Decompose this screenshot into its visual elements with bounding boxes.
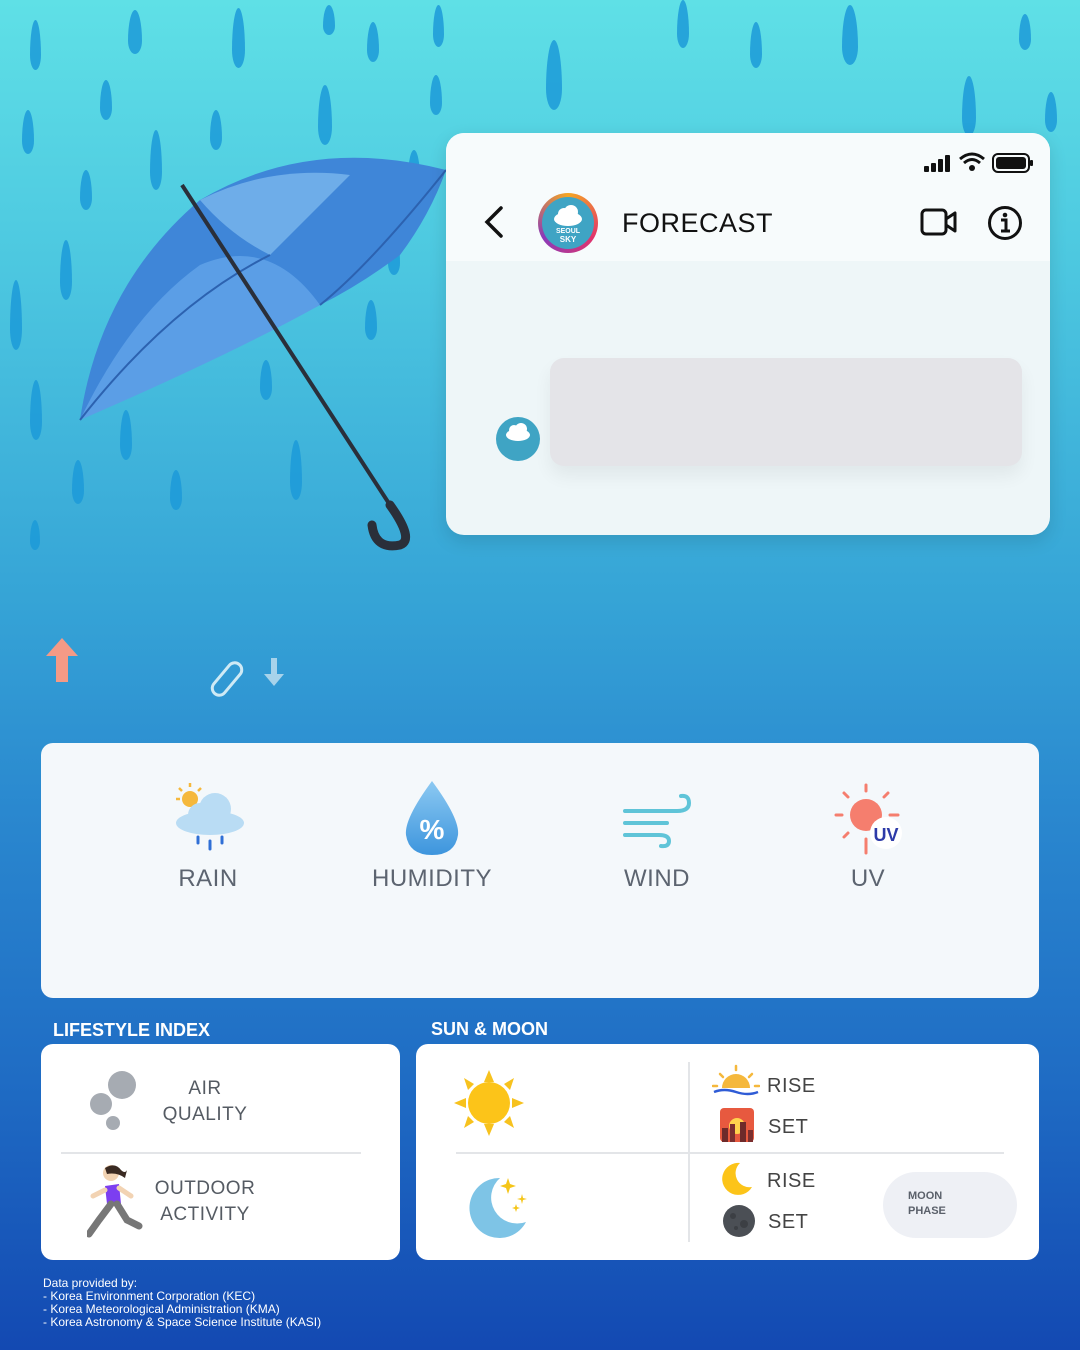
metric-label: UV xyxy=(850,865,886,892)
air-quality-line2: QUALITY xyxy=(162,1104,248,1125)
metric-label: WIND xyxy=(624,865,690,892)
moon-phase-button[interactable]: MOON PHASE xyxy=(883,1172,1017,1238)
back-arrow-icon[interactable] xyxy=(482,205,506,239)
credits-line: - Korea Astronomy & Space Science Instit… xyxy=(43,1315,322,1329)
chat-window: SEOUL SKY FORECAST xyxy=(446,133,1050,535)
air-quality-label[interactable]: AIR QUALITY xyxy=(145,1076,265,1128)
new-moon-icon xyxy=(723,1205,755,1237)
video-call-icon[interactable] xyxy=(920,207,958,237)
paperclip-icon[interactable] xyxy=(208,658,250,700)
arrow-down-icon[interactable] xyxy=(262,656,286,688)
metric-rain[interactable]: RAIN xyxy=(108,779,308,893)
page-title: FORECAST xyxy=(622,208,774,238)
metrics-card: RAIN % HUMIDITY WIND UV UV xyxy=(41,743,1039,998)
divider xyxy=(61,1152,361,1154)
air-quality-line1: AIR xyxy=(188,1078,222,1099)
sun-set-label: SET xyxy=(768,1116,809,1138)
message-bubble xyxy=(550,358,1022,466)
info-icon[interactable] xyxy=(987,205,1023,241)
outdoor-line1: OUTDOOR xyxy=(154,1178,256,1199)
uv-sun-icon: UV xyxy=(834,783,902,855)
moon-phase-line1: MOON xyxy=(908,1190,943,1202)
horizontal-divider xyxy=(456,1152,1004,1154)
wifi-icon xyxy=(959,152,985,171)
metric-humidity[interactable]: % HUMIDITY xyxy=(332,779,532,893)
cloud-icon xyxy=(554,205,582,226)
outdoor-activity-label[interactable]: OUTDOOR ACTIVITY xyxy=(145,1176,265,1228)
sender-avatar xyxy=(496,417,540,461)
data-credits: Data provided by: - Korea Environment Co… xyxy=(43,1277,321,1329)
lifestyle-title: LIFESTYLE INDEX xyxy=(53,1020,211,1040)
crescent-moon-icon xyxy=(722,1162,752,1195)
sunmoon-title: SUN & MOON xyxy=(431,1019,548,1039)
metric-label: HUMIDITY xyxy=(372,865,492,892)
battery-icon xyxy=(992,153,1033,173)
sunmoon-card: RISE SET RISE SET MOON PHASE xyxy=(416,1044,1039,1260)
sunset-icon xyxy=(720,1108,754,1142)
air-quality-icon xyxy=(90,1071,136,1130)
moon-rise-label: RISE xyxy=(767,1170,816,1192)
cloud-icon xyxy=(506,423,530,441)
sun-rise-label: RISE xyxy=(767,1075,816,1097)
moon-icon xyxy=(469,1177,527,1238)
metric-label: RAIN xyxy=(178,865,238,892)
svg-text:%: % xyxy=(420,814,445,845)
humidity-drop-icon: % xyxy=(405,781,459,855)
metric-uv[interactable]: UV UV xyxy=(768,779,968,893)
sun-icon xyxy=(454,1070,524,1136)
avatar-text-bottom: SKY xyxy=(559,235,577,244)
runner-icon xyxy=(87,1165,143,1238)
umbrella-illustration xyxy=(79,157,447,551)
sunrise-icon xyxy=(712,1064,760,1096)
rain-cloud-icon xyxy=(176,783,244,851)
arrow-up-icon[interactable] xyxy=(44,636,80,684)
outdoor-line2: ACTIVITY xyxy=(160,1204,250,1225)
chat-header: SEOUL SKY FORECAST xyxy=(446,133,1050,261)
lifestyle-card: AIR QUALITY OUTDOOR ACTIVITY xyxy=(41,1044,400,1260)
avatar[interactable]: SEOUL SKY xyxy=(538,193,598,253)
moon-set-label: SET xyxy=(768,1211,809,1233)
moon-phase-line2: PHASE xyxy=(908,1205,946,1217)
metric-wind[interactable]: WIND xyxy=(557,779,757,893)
svg-text:UV: UV xyxy=(873,825,898,845)
wind-icon xyxy=(623,793,692,849)
signal-icon xyxy=(924,155,950,172)
